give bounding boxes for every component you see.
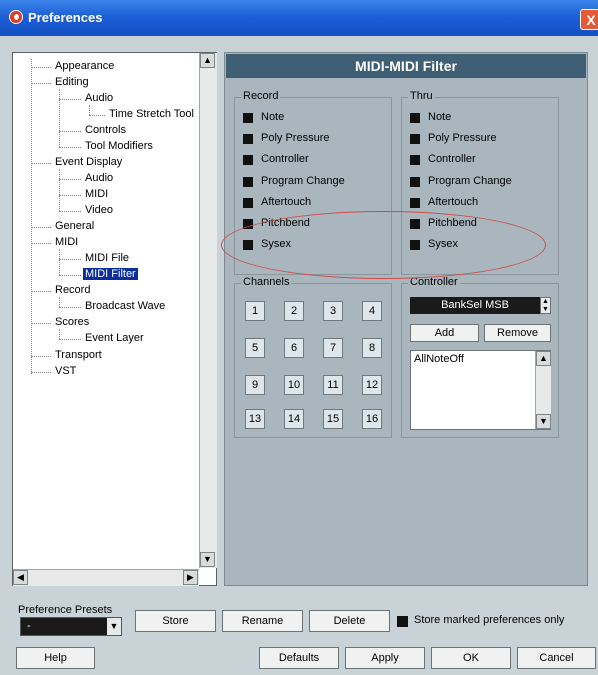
record-note-checkbox[interactable]: [243, 113, 253, 123]
channels-group: Channels 1 2 3 4 5 6 7 8 9 10 11 12 13 1…: [234, 276, 392, 438]
ok-button[interactable]: OK: [431, 647, 511, 669]
store-marked-only-label: Store marked preferences only: [414, 614, 565, 626]
thru-controller-label: Controller: [428, 153, 476, 165]
preference-presets-label: Preference Presets: [18, 604, 113, 616]
tree-item-editing[interactable]: Editing: [55, 76, 89, 88]
tree-item-event-display[interactable]: Event Display: [55, 156, 122, 168]
scroll-up-icon[interactable]: ▲: [200, 53, 215, 68]
channel-button[interactable]: 14: [284, 409, 304, 429]
store-marked-only-checkbox[interactable]: [397, 616, 408, 627]
store-button[interactable]: Store: [135, 610, 216, 632]
tree-item-general[interactable]: General: [55, 220, 94, 232]
channel-button[interactable]: 10: [284, 375, 304, 395]
channel-button[interactable]: 5: [245, 338, 265, 358]
tree-vertical-scrollbar[interactable]: ▲ ▼: [199, 53, 217, 568]
channel-button[interactable]: 12: [362, 375, 382, 395]
thru-aftertouch-label: Aftertouch: [428, 196, 479, 208]
list-scroll-down-icon[interactable]: ▼: [536, 414, 551, 429]
record-controller-label: Controller: [261, 153, 309, 165]
thru-group-label: Thru: [408, 90, 435, 102]
tree-item-broadcast-wave[interactable]: Broadcast Wave: [85, 300, 165, 312]
title-bar[interactable]: Preferences X: [0, 0, 598, 36]
tree-item-tool-modifiers[interactable]: Tool Modifiers: [85, 140, 153, 152]
channel-button[interactable]: 15: [323, 409, 343, 429]
scroll-left-icon[interactable]: ◀: [13, 570, 28, 585]
tree-item-midi[interactable]: MIDI: [55, 236, 78, 248]
channel-button[interactable]: 1: [245, 301, 265, 321]
channel-button[interactable]: 13: [245, 409, 265, 429]
close-button[interactable]: X: [580, 9, 598, 30]
controller-list-item[interactable]: AllNoteOff: [414, 353, 464, 365]
tree-item-editing-audio[interactable]: Audio: [85, 92, 113, 104]
record-program-change-label: Program Change: [261, 175, 345, 187]
tree-item-time-stretch-tool[interactable]: Time Stretch Tool: [109, 108, 194, 120]
controller-select[interactable]: BankSel MSB: [410, 297, 540, 314]
record-aftertouch-label: Aftertouch: [261, 196, 312, 208]
tree-item-scores[interactable]: Scores: [55, 316, 89, 328]
scroll-down-icon[interactable]: ▼: [200, 552, 215, 567]
help-button[interactable]: Help: [16, 647, 95, 669]
tree-item-transport[interactable]: Transport: [55, 349, 102, 361]
preferences-tree: Appearance Editing Audio Time Stretch To…: [12, 52, 217, 586]
cancel-button[interactable]: Cancel: [517, 647, 596, 669]
tree-item-event-layer[interactable]: Event Layer: [85, 332, 144, 344]
controller-remove-button[interactable]: Remove: [484, 324, 551, 342]
window-title: Preferences: [28, 10, 103, 25]
channel-button[interactable]: 4: [362, 301, 382, 321]
record-group-label: Record: [241, 90, 281, 102]
thru-note-label: Note: [428, 111, 452, 123]
channels-group-label: Channels: [241, 276, 292, 288]
app-icon: [9, 10, 23, 24]
annotation-ellipse: [221, 211, 546, 279]
thru-poly-pressure-label: Poly Pressure: [428, 132, 497, 144]
tree-item-vst[interactable]: VST: [55, 365, 76, 377]
list-scroll-up-icon[interactable]: ▲: [536, 351, 551, 366]
channel-button[interactable]: 8: [362, 338, 382, 358]
thru-program-change-checkbox[interactable]: [410, 177, 420, 187]
thru-aftertouch-checkbox[interactable]: [410, 198, 420, 208]
scroll-right-icon[interactable]: ▶: [183, 570, 198, 585]
tree-item-event-display-midi[interactable]: MIDI: [85, 188, 108, 200]
channel-button[interactable]: 16: [362, 409, 382, 429]
tree-item-event-display-audio[interactable]: Audio: [85, 172, 113, 184]
preference-presets-select[interactable]: - ▼: [20, 617, 122, 636]
preferences-window: Preferences X Appearance Editing Audio T…: [0, 0, 598, 675]
thru-program-change-label: Program Change: [428, 175, 512, 187]
record-poly-pressure-checkbox[interactable]: [243, 134, 253, 144]
defaults-button[interactable]: Defaults: [259, 647, 339, 669]
record-aftertouch-checkbox[interactable]: [243, 198, 253, 208]
rename-button[interactable]: Rename: [222, 610, 303, 632]
controller-add-button[interactable]: Add: [410, 324, 479, 342]
record-controller-checkbox[interactable]: [243, 155, 253, 165]
tree-item-record[interactable]: Record: [55, 284, 90, 296]
tree-item-midi-filter[interactable]: MIDI Filter: [83, 268, 138, 280]
channel-button[interactable]: 9: [245, 375, 265, 395]
channel-button[interactable]: 11: [323, 375, 343, 395]
record-poly-pressure-label: Poly Pressure: [261, 132, 330, 144]
tree-horizontal-scrollbar[interactable]: ◀ ▶: [13, 569, 199, 586]
channel-button[interactable]: 3: [323, 301, 343, 321]
channel-button[interactable]: 6: [284, 338, 304, 358]
tree-item-appearance[interactable]: Appearance: [55, 60, 114, 72]
panel-title: MIDI-MIDI Filter: [226, 54, 586, 78]
tree-item-midi-file[interactable]: MIDI File: [85, 252, 129, 264]
record-program-change-checkbox[interactable]: [243, 177, 253, 187]
controller-list[interactable]: AllNoteOff ▲ ▼: [410, 350, 551, 430]
tree-item-video[interactable]: Video: [85, 204, 113, 216]
apply-button[interactable]: Apply: [345, 647, 425, 669]
preset-value: -: [27, 620, 31, 632]
tree-item-controls[interactable]: Controls: [85, 124, 126, 136]
channel-button[interactable]: 2: [284, 301, 304, 321]
delete-button[interactable]: Delete: [309, 610, 390, 632]
record-note-label: Note: [261, 111, 285, 123]
thru-note-checkbox[interactable]: [410, 113, 420, 123]
thru-controller-checkbox[interactable]: [410, 155, 420, 165]
midi-filter-panel: MIDI-MIDI Filter Record Note Poly Pressu…: [224, 52, 588, 586]
controller-spinner-icon[interactable]: ▲ ▼: [540, 297, 551, 314]
channel-button[interactable]: 7: [323, 338, 343, 358]
controller-group: Controller BankSel MSB ▲ ▼ Add Remove All…: [401, 276, 559, 438]
thru-poly-pressure-checkbox[interactable]: [410, 134, 420, 144]
dropdown-arrow-icon[interactable]: ▼: [107, 618, 121, 635]
